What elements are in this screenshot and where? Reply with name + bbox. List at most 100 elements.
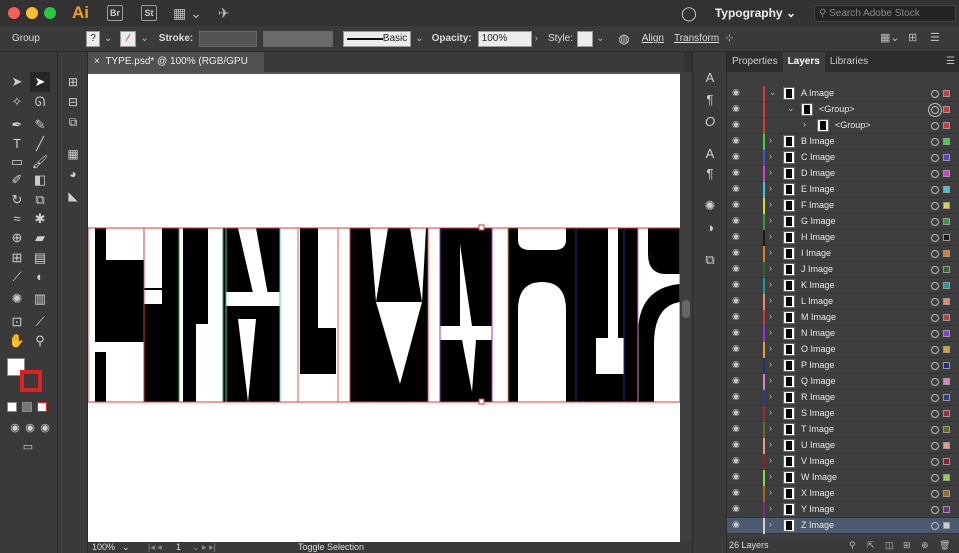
layer-name[interactable]: O Image xyxy=(801,344,836,354)
first-artboard-icon[interactable]: |◂ ◂ xyxy=(148,542,162,553)
eye-icon[interactable]: ◉ xyxy=(732,455,742,469)
layer-name[interactable]: V Image xyxy=(801,456,835,466)
none-mode-icon[interactable] xyxy=(37,402,47,412)
selection-indicator[interactable] xyxy=(943,410,950,417)
transform-button[interactable]: Transform xyxy=(674,33,719,44)
layer-row[interactable]: ◉ › I Image xyxy=(727,246,959,262)
eye-icon[interactable]: ◉ xyxy=(732,295,742,309)
graph-tool-icon[interactable]: ▥ xyxy=(30,289,50,309)
layer-name[interactable]: Z Image xyxy=(801,520,834,530)
expand-icon[interactable]: › xyxy=(769,199,779,209)
layer-row[interactable]: ◉ › D Image xyxy=(727,166,959,182)
expand-icon[interactable]: › xyxy=(769,215,779,225)
fill-dropdown-icon[interactable]: ⌄ xyxy=(104,33,112,44)
selection-indicator[interactable] xyxy=(943,282,950,289)
target-icon[interactable] xyxy=(931,394,939,402)
rectangle-tool-icon[interactable]: ▭ xyxy=(7,152,27,172)
control-menu-icon[interactable]: ☰ xyxy=(930,31,940,44)
eye-icon[interactable]: ◉ xyxy=(732,359,742,373)
target-icon[interactable] xyxy=(931,330,939,338)
layer-row[interactable]: ◉ › T Image xyxy=(727,422,959,438)
selection-indicator[interactable] xyxy=(943,442,950,449)
gpu-performance-icon[interactable]: ✈ xyxy=(218,5,230,22)
selection-indicator[interactable] xyxy=(943,474,950,481)
tab-close-icon[interactable]: × xyxy=(94,56,100,67)
tab-libraries[interactable]: Libraries xyxy=(825,52,873,72)
character-panel-icon[interactable]: A xyxy=(700,68,720,88)
eye-icon[interactable]: ◉ xyxy=(732,135,742,149)
layer-row[interactable]: ◉ › G Image xyxy=(727,214,959,230)
stock-button[interactable]: St xyxy=(141,5,157,21)
zoom-dropdown-icon[interactable]: ⌄ xyxy=(122,542,130,553)
tab-properties[interactable]: Properties xyxy=(727,52,783,72)
target-icon[interactable] xyxy=(931,522,939,530)
color-mode-icon[interactable] xyxy=(7,402,17,412)
selection-indicator[interactable] xyxy=(943,170,950,177)
target-icon[interactable] xyxy=(931,474,939,482)
maximize-window-button[interactable] xyxy=(44,7,56,19)
typography-artwork[interactable] xyxy=(87,74,681,542)
lightbulb-icon[interactable]: ◯ xyxy=(681,5,697,22)
puppet-warp-tool-icon[interactable]: ✱ xyxy=(30,209,50,229)
expand-icon[interactable]: › xyxy=(769,311,779,321)
target-icon[interactable] xyxy=(931,90,939,98)
direct-selection-tool-icon[interactable]: ➤ xyxy=(30,72,50,92)
layer-name[interactable]: G Image xyxy=(801,216,836,226)
selection-indicator[interactable] xyxy=(943,458,950,465)
collapse-icon[interactable]: ⌄ xyxy=(769,87,779,98)
layer-name[interactable]: Y Image xyxy=(801,504,834,514)
gradient-panel-icon[interactable]: ◣ xyxy=(63,186,83,206)
width-tool-icon[interactable]: ≈ xyxy=(7,209,27,229)
stroke-weight-field[interactable] xyxy=(199,30,258,47)
transform-options-icon[interactable]: ⊹ xyxy=(725,33,733,44)
curvature-tool-icon[interactable]: ✎ xyxy=(30,115,50,135)
layer-name[interactable]: N Image xyxy=(801,328,835,338)
variable-width-profile[interactable] xyxy=(263,30,334,47)
artboard-number[interactable]: 1 xyxy=(176,542,181,553)
transparency-panel-icon[interactable]: ◑ xyxy=(700,218,720,238)
expand-icon[interactable]: › xyxy=(769,279,779,289)
slice-tool-icon[interactable]: ⟋ xyxy=(30,312,50,332)
perspective-grid-tool-icon[interactable]: ▰ xyxy=(30,228,50,248)
zoom-tool-icon[interactable]: ⚲ xyxy=(30,331,50,351)
layer-row[interactable]: ◉ › V Image xyxy=(727,454,959,470)
eye-icon[interactable]: ◉ xyxy=(732,503,742,517)
expand-icon[interactable]: › xyxy=(769,455,779,465)
opacity-dropdown-icon[interactable]: › xyxy=(535,33,538,44)
bridge-button[interactable]: Br xyxy=(107,5,123,21)
layer-name[interactable]: L Image xyxy=(801,296,833,306)
appearance-panel-icon[interactable]: ✺ xyxy=(700,196,720,216)
selection-indicator[interactable] xyxy=(943,234,950,241)
selection-indicator[interactable] xyxy=(943,250,950,257)
layer-row[interactable]: ◉ › J Image xyxy=(727,262,959,278)
selection-indicator[interactable] xyxy=(943,314,950,321)
target-icon[interactable] xyxy=(931,458,939,466)
brush-dropdown-icon[interactable]: ⌄ xyxy=(415,33,423,44)
fill-swatch[interactable]: ? xyxy=(86,30,100,47)
minimize-window-button[interactable] xyxy=(26,7,38,19)
stroke-dropdown-icon[interactable]: ⌄ xyxy=(140,33,148,44)
expand-icon[interactable]: › xyxy=(803,119,813,129)
eraser-tool-icon[interactable]: ◧ xyxy=(30,170,50,190)
expand-icon[interactable]: › xyxy=(769,487,779,497)
target-icon[interactable] xyxy=(931,506,939,514)
shaper-tool-icon[interactable]: ✐ xyxy=(7,170,27,190)
layer-name[interactable]: J Image xyxy=(801,264,833,274)
export-icon[interactable]: ⇱ xyxy=(867,538,875,553)
mesh-tool-icon[interactable]: ⊞ xyxy=(7,248,27,268)
layer-row[interactable]: ◉ › R Image xyxy=(727,390,959,406)
layer-name[interactable]: S Image xyxy=(801,408,835,418)
target-icon[interactable] xyxy=(931,202,939,210)
target-icon[interactable] xyxy=(931,186,939,194)
blend-tool-icon[interactable]: ◐ xyxy=(30,267,50,287)
locate-object-icon[interactable]: ⚲ xyxy=(849,538,856,553)
layer-name[interactable]: H Image xyxy=(801,232,835,242)
rotate-tool-icon[interactable]: ↻ xyxy=(7,190,27,210)
pen-tool-icon[interactable]: ✒ xyxy=(7,115,27,135)
trash-icon[interactable]: 🗑 xyxy=(939,538,950,553)
eye-icon[interactable]: ◉ xyxy=(732,311,742,325)
layer-row[interactable]: ◉ › U Image xyxy=(727,438,959,454)
scale-tool-icon[interactable]: ⧉ xyxy=(30,190,50,210)
graphic-style-swatch[interactable] xyxy=(577,30,593,47)
selection-indicator[interactable] xyxy=(943,378,950,385)
